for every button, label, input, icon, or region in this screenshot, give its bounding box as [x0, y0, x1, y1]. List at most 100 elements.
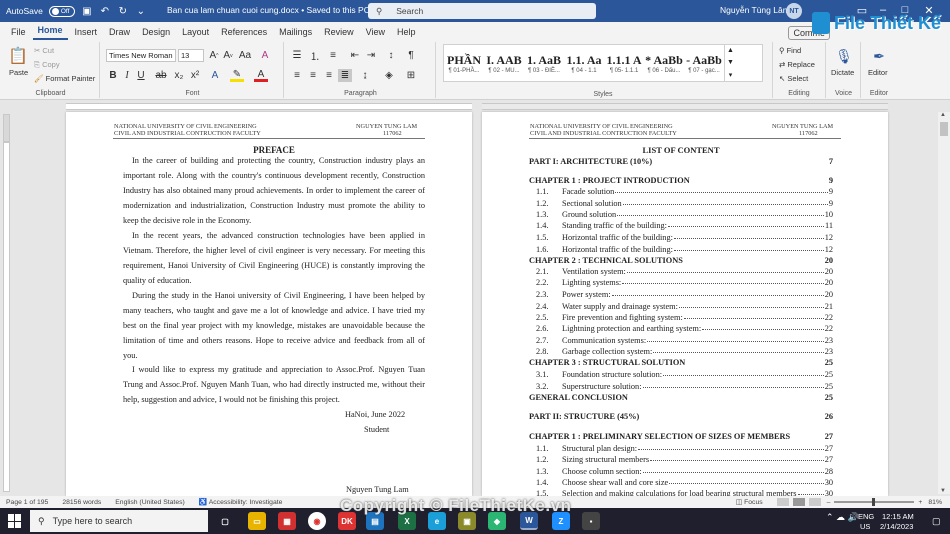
zoom-slider[interactable]: [834, 498, 915, 506]
toc-chapter[interactable]: CHAPTER 1 : PRELIMINARY SELECTION OF SIZ…: [529, 432, 833, 441]
horizontal-ruler[interactable]: [0, 100, 950, 112]
redo-icon[interactable]: ↻: [117, 5, 129, 17]
style-item[interactable]: - AaBb ¶ 07 - gạc...: [684, 45, 724, 81]
toc-entry[interactable]: 3.2. Superstructure solution: 25: [529, 382, 833, 391]
sort-icon[interactable]: ↕: [384, 49, 398, 62]
scrollbar-thumb[interactable]: [940, 122, 948, 136]
chrome-icon[interactable]: ◉: [308, 512, 326, 530]
grow-font-icon[interactable]: A ^: [208, 49, 220, 62]
page-count[interactable]: Page 1 of 195: [6, 499, 48, 506]
scroll-down-icon[interactable]: ▼: [940, 488, 946, 494]
toc-entry[interactable]: 2.3. Power system: 20: [529, 290, 833, 299]
find-button[interactable]: ⚲ Find: [779, 46, 801, 55]
superscript-icon[interactable]: x²: [188, 69, 202, 82]
editor-button[interactable]: Editor: [868, 68, 888, 77]
undo-icon[interactable]: ↶: [99, 5, 111, 17]
style-item[interactable]: I. AAB ¶ 02 - MU...: [484, 45, 524, 81]
style-item[interactable]: 1.1.1 A ¶ 05- 1.1.1: [604, 45, 644, 81]
cut-button[interactable]: ✂ Cut: [34, 46, 54, 55]
highlight-icon[interactable]: ✎: [230, 69, 244, 82]
avatar[interactable]: NT: [786, 3, 802, 19]
file-explorer-icon[interactable]: ▭: [248, 512, 266, 530]
document-page-preface[interactable]: NATIONAL UNIVERSITY OF CIVIL ENGINEERING…: [66, 112, 472, 496]
accessibility-indicator[interactable]: ♿ Accessibility: Investigate: [199, 498, 283, 506]
line-spacing-icon[interactable]: ↨: [358, 69, 372, 82]
tab-view[interactable]: View: [361, 27, 390, 40]
font-size-select[interactable]: 13: [178, 49, 204, 62]
format-painter-button[interactable]: 🖌 Format Painter: [34, 74, 95, 83]
numbering-icon[interactable]: ⒈: [308, 49, 322, 63]
clock-date[interactable]: 2/14/2023: [880, 522, 913, 531]
windows-start-icon[interactable]: [8, 514, 22, 528]
app-icon[interactable]: ▦: [278, 512, 296, 530]
toc-entry[interactable]: 1.5. Horizontal traffic of the building: 1…: [529, 233, 833, 242]
toc-chapter[interactable]: PART II: STRUCTURE (45%) 26: [529, 412, 833, 421]
underline-icon[interactable]: U: [136, 69, 146, 82]
toc-entry[interactable]: 1.2. Sectional solution 9: [529, 199, 833, 208]
zoom-out-icon[interactable]: –: [827, 499, 831, 506]
document-title[interactable]: Ban cua lam chuan cuoi cung.docx • Saved…: [167, 5, 379, 16]
text-effects-icon[interactable]: A: [208, 69, 222, 82]
font-name-select[interactable]: Times New Roman: [106, 49, 176, 62]
tab-file[interactable]: File: [6, 27, 31, 40]
align-left-icon[interactable]: ≡: [290, 69, 304, 82]
toc-chapter[interactable]: CHAPTER 2 : TECHNICAL SOLUTIONS 20: [529, 256, 833, 265]
borders-icon[interactable]: ⊞: [404, 69, 418, 82]
paste-button[interactable]: Paste: [9, 68, 28, 77]
bullets-icon[interactable]: ☰: [290, 49, 304, 62]
print-layout-icon[interactable]: [792, 498, 805, 506]
justify-icon[interactable]: ≣: [338, 69, 352, 82]
toc-entry[interactable]: 3.1. Foundation structure solution: 25: [529, 370, 833, 379]
taskbar-search[interactable]: ⚲ Type here to search: [30, 510, 208, 532]
toc-entry[interactable]: 1.5. Selection and making calculations fo…: [529, 489, 833, 496]
toc-entry[interactable]: 2.5. Fire prevention and fighting system:…: [529, 313, 833, 322]
web-layout-icon[interactable]: [808, 498, 821, 506]
tab-layout[interactable]: Layout: [177, 27, 214, 40]
tray-icons[interactable]: ⌃ ☁ 🔊: [826, 512, 859, 523]
bold-icon[interactable]: B: [108, 69, 118, 82]
style-item[interactable]: 1.1. Aa ¶ 04 - 1.1: [564, 45, 604, 81]
zoom-in-icon[interactable]: +: [918, 499, 922, 506]
microphone-icon[interactable]: 🎙: [835, 46, 853, 66]
document-page-contents[interactable]: NATIONAL UNIVERSITY OF CIVIL ENGINEERING…: [482, 112, 888, 496]
zoom-level[interactable]: 81%: [928, 499, 942, 506]
save-icon[interactable]: ▣: [81, 5, 93, 17]
style-item[interactable]: PHẦN ¶ 01-PHẦ...: [444, 45, 484, 81]
toc-entry[interactable]: 2.1. Ventilation system: 20: [529, 267, 833, 276]
strikethrough-icon[interactable]: ab: [154, 69, 168, 82]
toc-entry[interactable]: 1.4. Standing traffic of the building: 11: [529, 221, 833, 230]
show-marks-icon[interactable]: ¶: [404, 49, 418, 62]
align-right-icon[interactable]: ≡: [322, 69, 336, 82]
toc-chapter[interactable]: PART I: ARCHITECTURE (10%) 7: [529, 157, 833, 166]
toc-entry[interactable]: 1.2. Sizing structural members 27: [529, 455, 833, 464]
styles-scroll[interactable]: ▲ ▼ ▾: [724, 45, 736, 81]
font-color-icon[interactable]: A: [254, 69, 268, 82]
style-item[interactable]: * AaBb ¶ 06 - Dấu...: [644, 45, 684, 81]
toc-entry[interactable]: 1.1. Facade solution 9: [529, 187, 833, 196]
tab-help[interactable]: Help: [392, 27, 421, 40]
align-center-icon[interactable]: ≡: [306, 69, 320, 82]
toc-entry[interactable]: 2.8. Garbage collection system: 23: [529, 347, 833, 356]
toc-entry[interactable]: 2.4. Water supply and drainage system: 21: [529, 302, 833, 311]
decrease-indent-icon[interactable]: ⇤: [348, 49, 362, 62]
toc-entry[interactable]: 1.3. Choose column section: 28: [529, 467, 833, 476]
replace-button[interactable]: ⇄ Replace: [779, 60, 815, 69]
language-us[interactable]: US: [860, 522, 870, 531]
clock-time[interactable]: 12:15 AM: [882, 512, 914, 521]
app-icon[interactable]: ▪: [582, 512, 600, 530]
multilevel-list-icon[interactable]: ≡: [326, 49, 340, 62]
toc-entry[interactable]: 1.4. Choose shear wall and core size 30: [529, 478, 833, 487]
customize-qat-icon[interactable]: ⌄: [135, 5, 147, 17]
user-name[interactable]: Nguyễn Tùng Lâm: [720, 5, 790, 15]
vertical-scrollbar[interactable]: ▲ ▼: [938, 112, 950, 494]
toc-entry[interactable]: 2.7. Communication systems: 23: [529, 336, 833, 345]
toc-entry[interactable]: 1.6. Horizontal traffic of the building: 1…: [529, 245, 833, 254]
increase-indent-icon[interactable]: ⇥: [364, 49, 378, 62]
toc-chapter[interactable]: CHAPTER 1 : PROJECT INTRODUCTION 9: [529, 176, 833, 185]
language-eng[interactable]: ENG: [858, 512, 874, 521]
tab-references[interactable]: References: [216, 27, 272, 40]
toc-entry[interactable]: 1.1. Structural plan design: 27: [529, 444, 833, 453]
toc-entry[interactable]: 2.2. Lighting systems: 20: [529, 278, 833, 287]
focus-button[interactable]: ◫ Focus: [736, 498, 763, 506]
toc-entry[interactable]: 1.3. Ground solution 10: [529, 210, 833, 219]
